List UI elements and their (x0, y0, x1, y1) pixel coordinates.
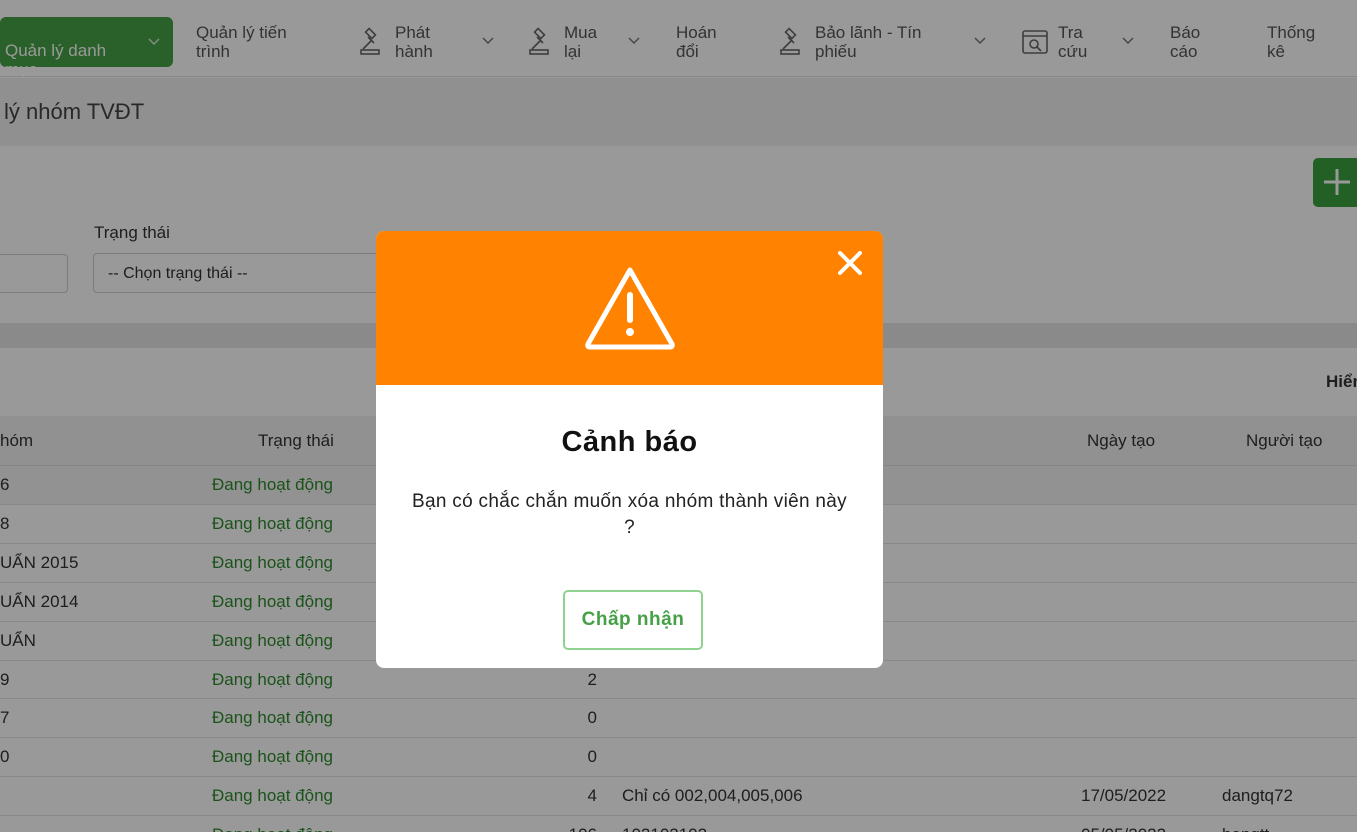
close-icon[interactable] (835, 248, 865, 278)
accept-button[interactable]: Chấp nhận (563, 590, 703, 650)
warning-dialog: Cảnh báo Bạn có chắc chắn muốn xóa nhóm … (376, 231, 883, 668)
dialog-title: Cảnh báo (561, 426, 698, 458)
dialog-message: Bạn có chắc chắn muốn xóa nhóm thành viê… (412, 491, 847, 538)
dialog-header (376, 231, 883, 385)
warning-icon (585, 267, 675, 350)
